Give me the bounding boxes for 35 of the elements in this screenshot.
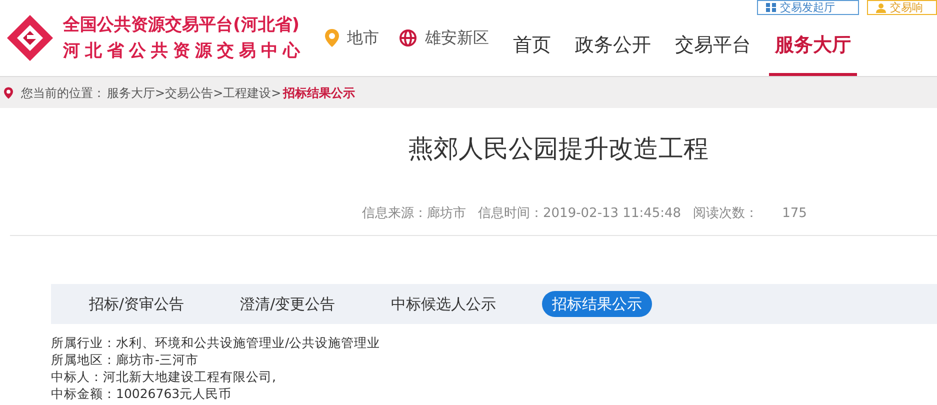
nav-tab[interactable]: 交易平台 xyxy=(669,18,757,76)
meta-text: 信息来源：廊坊市 xyxy=(362,205,466,224)
breadcrumb-item: > xyxy=(155,84,166,102)
grid-icon xyxy=(766,3,776,12)
category-tab[interactable]: 中标候选人公示 xyxy=(381,291,506,317)
detail-line: 所属行业：水利、环境和公共设施管理业/公共设施管理业 xyxy=(51,334,382,351)
breadcrumb-item: 交易公告 xyxy=(165,84,214,102)
meta-text: 175 xyxy=(782,205,807,224)
breadcrumb-item: > xyxy=(213,84,224,102)
breadcrumb-item: > xyxy=(271,84,282,102)
logo-icon xyxy=(5,13,55,63)
top-link-button[interactable]: 交易发起厅 xyxy=(757,0,859,15)
category-tab[interactable]: 澄清/变更公告 xyxy=(230,291,346,317)
breadcrumb-item: 服务大厅 xyxy=(107,84,155,102)
breadcrumb-label: 您当前的位置： xyxy=(21,84,105,102)
site-title: 全国公共资源交易平台(河北省) xyxy=(63,14,301,36)
site-subtitle: 河北省公共资源交易中心 xyxy=(63,40,305,62)
location-pin-icon xyxy=(4,86,13,98)
meta-text: 信息时间：2019-02-13 11:45:48 xyxy=(478,205,682,224)
article-title: 燕郊人民公园提升改造工程 xyxy=(408,133,708,165)
globe-icon xyxy=(399,29,417,47)
region-link[interactable]: 地市 xyxy=(325,26,379,50)
category-tab[interactable]: 招标结果公示 xyxy=(542,291,652,317)
detail-line: 中标人：河北新大地建设工程有限公司, xyxy=(51,368,277,385)
region-link[interactable]: 雄安新区 xyxy=(399,26,489,50)
nav-tab[interactable]: 政务公开 xyxy=(569,18,657,76)
breadcrumb-item: 工程建设 xyxy=(223,84,272,102)
detail-line: 所属地区：廊坊市-三河市 xyxy=(51,351,200,368)
user-icon xyxy=(876,2,886,12)
meta-text: 阅读次数： xyxy=(693,205,758,224)
detail-line: 中标金额：10026763元人民币 xyxy=(51,385,233,402)
location-pin-icon xyxy=(325,29,339,47)
nav-tab[interactable]: 首页 xyxy=(507,18,557,76)
category-tab[interactable]: 招标/资审公告 xyxy=(79,291,194,317)
breadcrumb-current: 招标结果公示 xyxy=(283,84,356,102)
